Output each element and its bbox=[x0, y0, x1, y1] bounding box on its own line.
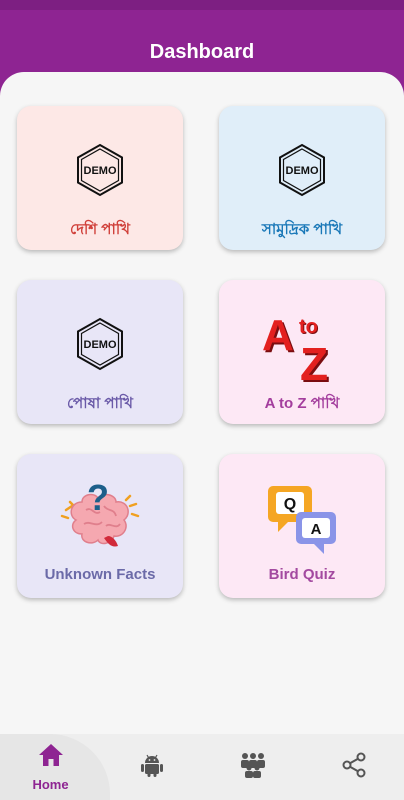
svg-text:?: ? bbox=[87, 477, 109, 518]
quiz-bubbles-icon: Q A bbox=[219, 478, 385, 558]
card-unknown-facts[interactable]: ? Unknown Facts bbox=[17, 454, 183, 598]
demo-badge-icon: DEMO bbox=[17, 304, 183, 384]
page-title: Dashboard bbox=[149, 41, 255, 63]
svg-text:A: A bbox=[311, 521, 322, 538]
demo-badge-icon: DEMO bbox=[17, 130, 183, 210]
nav-home[interactable]: Home bbox=[0, 734, 101, 800]
card-label: A to Z পাখি bbox=[264, 395, 340, 412]
svg-text:Q: Q bbox=[284, 496, 296, 513]
card-label: পোষা পাখি bbox=[66, 395, 134, 412]
card-posha-pakhi[interactable]: DEMO পোষা পাখি bbox=[17, 280, 183, 424]
svg-text:DEMO: DEMO bbox=[84, 165, 117, 177]
card-deshi-pakhi[interactable]: DEMO দেশি পাখি bbox=[17, 106, 183, 250]
svg-text:Z: Z bbox=[300, 338, 328, 384]
nav-android[interactable] bbox=[101, 734, 202, 800]
card-a-to-z-pakhi[interactable]: A A to to Z Z A to Z পাখি bbox=[219, 280, 385, 424]
nav-community[interactable] bbox=[202, 734, 303, 800]
svg-text:to: to bbox=[299, 316, 318, 338]
svg-text:DEMO: DEMO bbox=[84, 339, 117, 351]
demo-badge-icon: DEMO bbox=[219, 130, 385, 210]
brain-question-icon: ? bbox=[17, 477, 183, 558]
card-label: Bird Quiz bbox=[268, 566, 336, 583]
card-bird-quiz[interactable]: Q A Bird Quiz bbox=[219, 454, 385, 598]
home-icon bbox=[37, 742, 65, 773]
app-bar: Dashboard bbox=[0, 10, 404, 80]
svg-text:DEMO: DEMO bbox=[286, 165, 319, 177]
svg-text:A: A bbox=[262, 311, 294, 360]
card-label: দেশি পাখি bbox=[70, 221, 130, 238]
share-icon bbox=[341, 752, 367, 783]
a-to-z-icon: A A to to Z Z bbox=[219, 304, 385, 384]
card-samudrik-pakhi[interactable]: DEMO সামুদ্রিক পাখি bbox=[219, 106, 385, 250]
status-bar bbox=[0, 0, 404, 10]
bottom-navigation: Home bbox=[0, 734, 404, 800]
card-label: সামুদ্রিক পাখি bbox=[261, 221, 343, 238]
nav-home-label: Home bbox=[32, 777, 69, 792]
community-icon bbox=[238, 752, 268, 783]
android-icon bbox=[139, 752, 165, 783]
card-label: Unknown Facts bbox=[44, 566, 156, 583]
nav-share[interactable] bbox=[303, 734, 404, 800]
dashboard-content: DEMO দেশি পাখি DEMO সামুদ্রিক পাখি DEMO … bbox=[0, 72, 404, 734]
